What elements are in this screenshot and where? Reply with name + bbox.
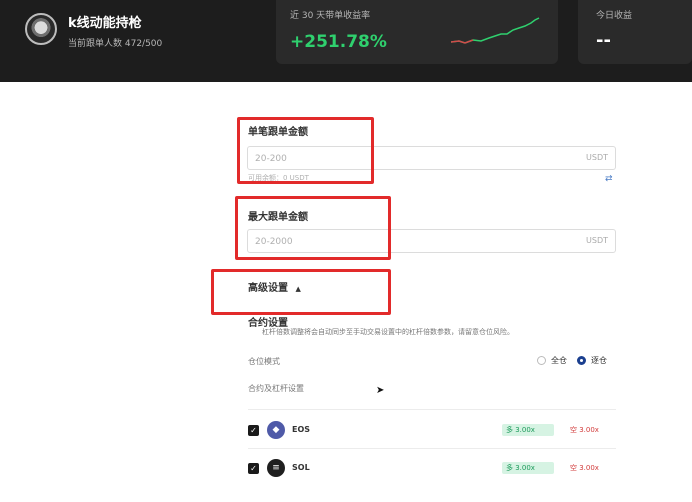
trader-header: k线动能持枪 当前跟单人数 472/500 近 30 天带单收益率 +251.7…: [0, 0, 692, 82]
max-amount-unit: USDT: [586, 236, 608, 245]
divider: [248, 409, 616, 410]
position-mode-label: 仓位模式: [248, 357, 280, 366]
max-amount-field[interactable]: USDT: [247, 229, 616, 254]
available-balance-hint: 可用余额：0 USDT: [248, 174, 309, 182]
sol-checkbox[interactable]: ✓: [248, 463, 259, 474]
sol-icon: ≡: [267, 459, 285, 477]
roi-card: 近 30 天带单收益率 +251.78%: [276, 0, 558, 64]
mode-cross-label[interactable]: 全仓: [551, 355, 567, 366]
sol-long-leverage[interactable]: 多 3.00x: [502, 462, 554, 474]
today-label: 今日收益: [596, 11, 633, 21]
radio-cross[interactable]: [537, 356, 546, 365]
single-amount-label: 单笔跟单金额: [248, 127, 308, 138]
max-amount-input[interactable]: [248, 230, 557, 254]
mode-isolated-label[interactable]: 逐仓: [591, 355, 607, 366]
eos-icon: ◆: [267, 421, 285, 439]
max-amount-label: 最大跟单金额: [248, 212, 308, 223]
contract-settings-desc: 杠杆倍数调整将会自动同步至手动交易设置中的杠杆倍数参数，请留意仓位风险。: [262, 328, 514, 336]
eos-short-leverage[interactable]: 空 3.00x: [566, 424, 616, 436]
mouse-cursor-icon: ➤: [376, 385, 385, 396]
single-amount-input[interactable]: [248, 147, 557, 171]
follower-count: 当前跟单人数 472/500: [68, 39, 163, 49]
divider: [248, 448, 616, 449]
sol-short-leverage[interactable]: 空 3.00x: [566, 462, 616, 474]
chevron-up-icon: ▲: [295, 285, 301, 293]
eos-long-leverage[interactable]: 多 3.00x: [502, 424, 554, 436]
leverage-section-label: 合约及杠杆设置: [248, 384, 304, 393]
avatar[interactable]: [25, 13, 57, 45]
roi-value: +251.78%: [290, 32, 387, 52]
roi-label: 近 30 天带单收益率: [290, 11, 371, 21]
trader-name[interactable]: k线动能持枪: [68, 12, 142, 31]
eos-checkbox[interactable]: ✓: [248, 425, 259, 436]
sol-symbol: SOL: [292, 463, 310, 472]
advanced-settings-toggle[interactable]: 高级设置 ▲: [248, 279, 301, 294]
transfer-icon[interactable]: ⇄: [605, 174, 613, 184]
eos-symbol: EOS: [292, 425, 311, 434]
advanced-settings-label: 高级设置: [248, 283, 288, 294]
today-value: --: [596, 30, 611, 51]
today-card: 今日收益 --: [578, 0, 692, 64]
single-amount-field[interactable]: USDT: [247, 146, 616, 171]
roi-sparkline: [451, 17, 540, 44]
radio-isolated[interactable]: [577, 356, 586, 365]
follow-settings-form: [0, 82, 692, 502]
single-amount-unit: USDT: [586, 153, 608, 162]
